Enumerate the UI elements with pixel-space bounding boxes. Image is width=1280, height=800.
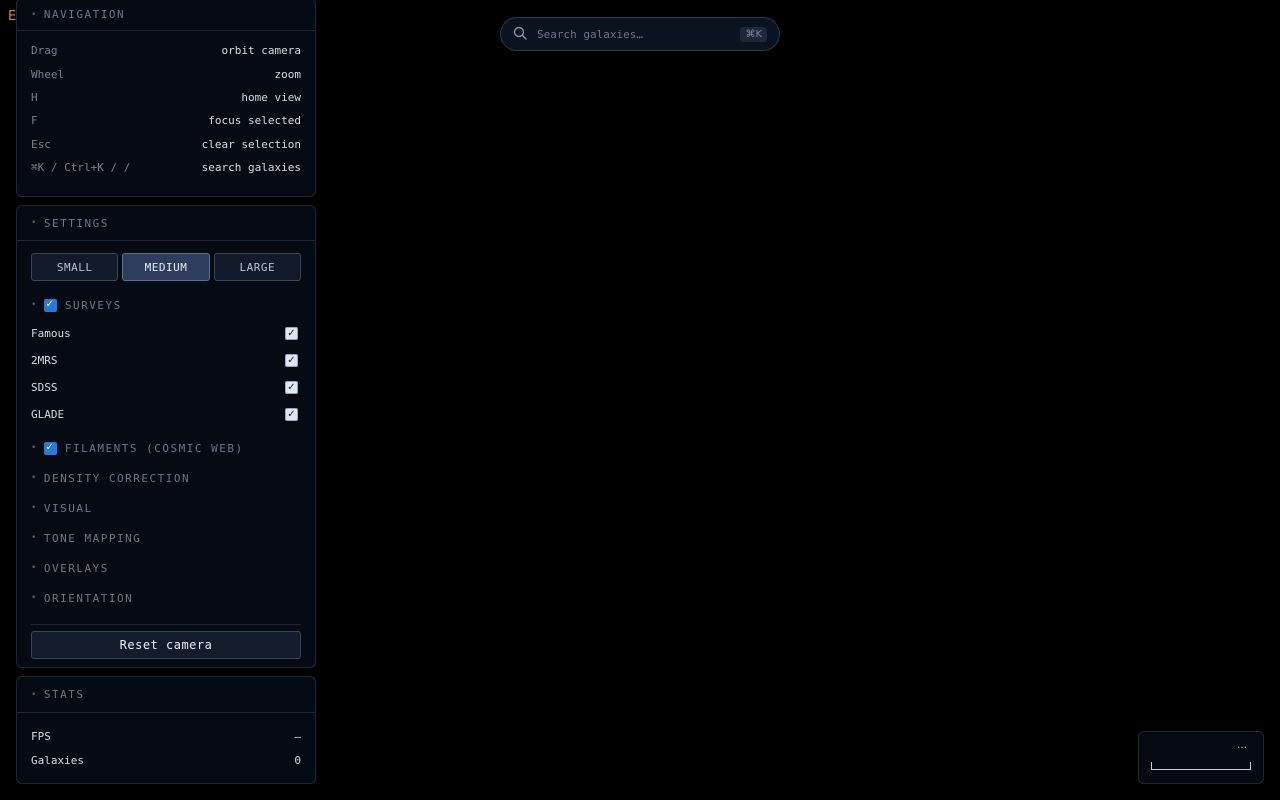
survey-item: 2MRS ✓ (17, 347, 315, 374)
survey-item: SDSS ✓ (17, 374, 315, 401)
bullet-icon: • (31, 689, 38, 700)
minimap-widget[interactable]: … (1138, 731, 1264, 784)
bullet-icon: • (31, 300, 38, 310)
ellipsis-icon: … (1237, 740, 1247, 751)
bullet-icon: • (31, 593, 38, 603)
stats-title: STATS (43, 688, 85, 701)
shortcut-row: Esc clear selection (31, 133, 301, 156)
filaments-section-header[interactable]: • ✓ FILAMENTS (COSMIC WEB) (17, 433, 315, 463)
orientation-section[interactable]: • ORIENTATION (17, 583, 315, 613)
bullet-icon: • (31, 563, 38, 573)
shortcut-key: Wheel (31, 67, 65, 81)
search-input[interactable] (535, 26, 741, 42)
size-small-button[interactable]: SMALL (31, 253, 119, 281)
shortcut-action: orbit camera (221, 44, 301, 58)
bullet-icon: • (31, 9, 38, 20)
navigation-title: NAVIGATION (43, 8, 126, 21)
stat-row-galaxies: Galaxies 0 (17, 748, 315, 772)
shortcut-hint: ⌘K (740, 26, 767, 42)
bullet-icon: • (31, 533, 38, 543)
tone-mapping-section[interactable]: • TONE MAPPING (17, 523, 315, 553)
survey-checkbox[interactable]: ✓ (285, 408, 298, 421)
reset-camera-button[interactable]: Reset camera (31, 631, 301, 659)
surveys-toggle-checkbox[interactable]: ✓ (43, 298, 57, 312)
surveys-section-header[interactable]: • ✓ SURVEYS (17, 290, 315, 320)
section-title: ORIENTATION (43, 591, 134, 605)
bullet-icon: • (31, 218, 38, 228)
shortcut-row: Drag orbit camera (31, 39, 301, 62)
stat-label: Galaxies (31, 753, 84, 767)
search-bar[interactable]: ⌘K (500, 17, 780, 51)
shortcut-row: Wheel zoom (31, 62, 301, 85)
visual-section[interactable]: • VISUAL (17, 493, 315, 523)
size-medium-button[interactable]: MEDIUM (122, 253, 210, 281)
survey-item: GLADE ✓ (17, 401, 315, 428)
stats-header[interactable]: • STATS (17, 677, 315, 713)
stat-value: 0 (294, 753, 301, 767)
density-correction-section[interactable]: • DENSITY CORRECTION (17, 463, 315, 493)
shortcut-action: focus selected (208, 114, 301, 128)
survey-checkbox[interactable]: ✓ (285, 381, 298, 394)
shortcut-list: Drag orbit camera Wheel zoom Hhome view Ff… (17, 31, 315, 179)
size-selector: SMALL MEDIUM LARGE (17, 241, 315, 281)
divider (31, 624, 301, 625)
shortcut-key: H (31, 90, 38, 104)
section-title: DENSITY CORRECTION (43, 471, 191, 485)
navigation-panel: • NAVIGATION Drag orbit camera Wheel zoom … (16, 0, 316, 197)
bullet-icon: • (31, 443, 38, 453)
settings-header[interactable]: • SETTINGS (17, 206, 315, 241)
survey-item: Famous ✓ (17, 320, 315, 347)
stat-label: FPS (31, 729, 51, 743)
bullet-icon: • (31, 503, 38, 513)
shortcut-key: ⌘K / Ctrl+K / / (31, 161, 131, 175)
shortcut-row: ⌘K / Ctrl+K / / search galaxies (31, 156, 301, 179)
section-title: TONE MAPPING (43, 531, 142, 545)
filaments-toggle-checkbox[interactable]: ✓ (43, 441, 57, 455)
filaments-title: FILAMENTS (COSMIC WEB) (64, 441, 244, 455)
shortcut-key: Esc (31, 137, 51, 151)
section-title: OVERLAYS (43, 561, 109, 575)
survey-checkbox[interactable]: ✓ (285, 327, 298, 340)
section-title: VISUAL (43, 501, 93, 515)
overlays-section[interactable]: • OVERLAYS (17, 553, 315, 583)
settings-panel: • SETTINGS SMALL MEDIUM LARGE • ✓ SURVEY… (16, 205, 316, 668)
survey-label: Famous (31, 327, 71, 340)
search-icon (513, 26, 527, 43)
survey-checkbox[interactable]: ✓ (285, 354, 298, 367)
shortcut-action: home view (241, 90, 301, 104)
bullet-icon: • (31, 473, 38, 483)
settings-title: SETTINGS (43, 216, 109, 230)
survey-label: SDSS (31, 381, 58, 394)
shortcut-row: Ffocus selected (31, 109, 301, 132)
shortcut-row: Hhome view (31, 86, 301, 109)
shortcut-action: clear selection (201, 137, 301, 151)
stats-panel: • STATS FPS — Galaxies 0 (16, 676, 316, 784)
shortcut-action: search galaxies (201, 161, 301, 175)
size-large-button[interactable]: LARGE (213, 253, 301, 281)
survey-label: GLADE (31, 408, 65, 421)
stats-list: FPS — Galaxies 0 (17, 713, 315, 772)
navigation-header[interactable]: • NAVIGATION (17, 0, 315, 31)
stat-value: — (294, 729, 301, 743)
surveys-title: SURVEYS (64, 298, 122, 312)
shortcut-action: zoom (274, 67, 302, 81)
scale-bar (1151, 762, 1251, 770)
stray-text: E (8, 9, 17, 24)
stat-row-fps: FPS — (17, 724, 315, 748)
shortcut-key: F (31, 114, 38, 128)
survey-label: 2MRS (31, 354, 58, 367)
shortcut-key: Drag (31, 44, 58, 58)
